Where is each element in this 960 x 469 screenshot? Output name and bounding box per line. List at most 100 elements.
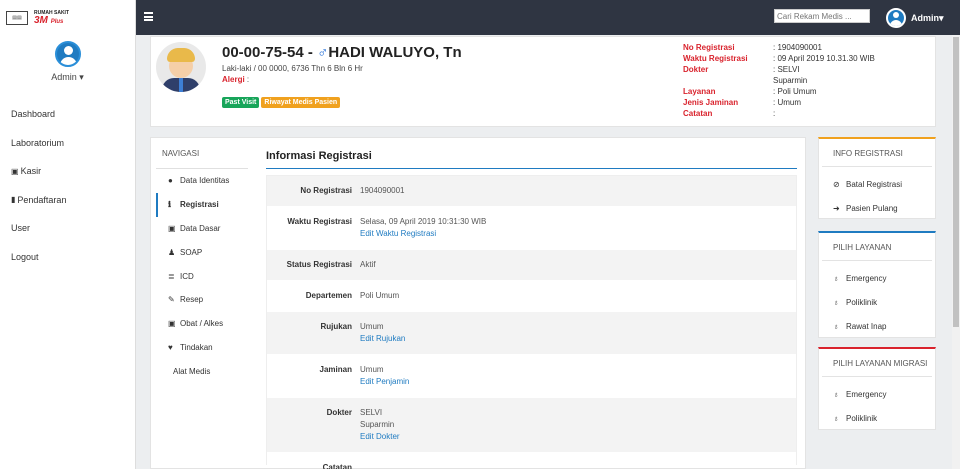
past-visit-button[interactable]: Past Visit: [222, 97, 260, 108]
summary-key: [683, 75, 773, 86]
hospital-emblem-icon: ▤▤: [6, 10, 28, 25]
scrollbar-thumb[interactable]: [953, 37, 959, 327]
sidebar-item-user[interactable]: User: [0, 214, 135, 243]
section-title: Informasi Registrasi: [266, 150, 372, 162]
nav-item-tindakan[interactable]: ♥ Tindakan: [156, 336, 248, 360]
table-row: Dokter SELVI Suparmin Edit Dokter: [267, 398, 796, 453]
layanan-emergency-button[interactable]: ♁ Emergency: [819, 267, 935, 291]
field-value: Suparmin: [360, 420, 395, 429]
search-input[interactable]: [774, 9, 870, 23]
money-icon: ▣: [11, 166, 19, 176]
widget-item-label: Batal Registrasi: [846, 180, 903, 190]
field-value: Umum: [360, 365, 384, 374]
stethoscope-icon: ♁: [833, 321, 839, 331]
brand[interactable]: ▤▤ RUMAH SAKIT 3M Plus: [0, 0, 135, 35]
field-label: Rujukan: [320, 322, 352, 331]
layanan-rawat-inap-button[interactable]: ♁ Rawat Inap: [819, 315, 935, 339]
field-label: Jaminan: [319, 365, 352, 374]
patient-title: 00-00-75-54 - ♂HADI WALUYO, Tn: [222, 44, 462, 61]
nav-item-soap[interactable]: ♟ SOAP: [156, 240, 248, 264]
info-icon: ℹ: [168, 200, 172, 210]
nav-item-alat-medis[interactable]: Alat Medis: [156, 359, 248, 383]
migrasi-emergency-button[interactable]: ♁ Emergency: [819, 383, 935, 407]
summary-value: : Poli Umum: [773, 87, 817, 96]
edit-penjamin-link[interactable]: Edit Penjamin: [360, 376, 409, 388]
medkit-icon: ▣: [168, 223, 176, 233]
edit-waktu-registrasi-link[interactable]: Edit Waktu Registrasi: [360, 228, 486, 240]
batal-registrasi-button[interactable]: ⊘ Batal Registrasi: [819, 173, 935, 197]
stethoscope-icon: ♁: [833, 298, 839, 308]
field-value: Aktif: [360, 260, 376, 269]
top-bar: Admin▾: [136, 0, 960, 35]
nav-item-data-dasar[interactable]: ▣ Data Dasar: [156, 217, 248, 241]
summary-key: Layanan: [683, 87, 716, 96]
patient-subtitle: Laki-laki / 00 0000, 6736 Thn 6 Bln 6 Hr: [222, 64, 363, 73]
pencil-icon: ✎: [168, 295, 175, 305]
widget-item-label: Pasien Pulang: [846, 204, 898, 214]
nav-item-label: Data Dasar: [180, 223, 221, 233]
sidebar-item-label: User: [11, 223, 31, 234]
nav-item-obat-alkes[interactable]: ▣ Obat / Alkes: [156, 312, 248, 336]
sidebar-item-pendaftaran[interactable]: ▮ Pendaftaran: [0, 186, 135, 215]
layanan-poliklinik-button[interactable]: ♁ Poliklinik: [819, 291, 935, 315]
sidebar-item-dashboard[interactable]: Dashboard: [0, 100, 135, 129]
migrasi-poliklinik-button[interactable]: ♁ Poliklinik: [819, 407, 935, 431]
summary-value: : 09 April 2019 10.31.30 WIB: [773, 54, 875, 63]
field-label: Catatan: [322, 463, 352, 469]
table-row: Departemen Poli Umum: [267, 281, 796, 312]
field-label: Departemen: [305, 291, 352, 300]
sidebar-item-logout[interactable]: Logout: [0, 243, 135, 272]
sidebar-item-label: Laboratorium: [11, 137, 65, 148]
summary-key: Jenis Jaminan: [683, 98, 739, 107]
field-label: Status Registrasi: [286, 260, 352, 269]
widget-title: INFO REGISTRASI: [822, 139, 932, 167]
table-row: Status Registrasi Aktif: [267, 250, 796, 281]
nav-item-resep[interactable]: ✎ Resep: [156, 288, 248, 312]
logo-line2: 3M: [34, 15, 48, 26]
summary-value: : 1904090001: [773, 43, 822, 52]
edit-rujukan-link[interactable]: Edit Rujukan: [360, 333, 405, 345]
top-user-menu[interactable]: Admin▾: [911, 13, 944, 24]
top-avatar[interactable]: [886, 8, 906, 28]
nav-item-label: Obat / Alkes: [180, 319, 224, 329]
page-scrollbar[interactable]: [952, 35, 960, 469]
table-row: No Registrasi 1904090001: [267, 176, 796, 207]
sidebar-user: Admin ▾: [0, 35, 135, 90]
nav-item-icd[interactable]: ≣ ICD: [156, 264, 248, 288]
patient-name: HADI WALUYO, Tn: [328, 44, 462, 61]
allergy-value: :: [244, 75, 250, 84]
nav-item-data-identitas[interactable]: ● Data Identitas: [156, 169, 248, 193]
ban-icon: ⊘: [833, 180, 840, 190]
menu-toggle-icon[interactable]: [144, 12, 153, 21]
medical-history-button[interactable]: Riwayat Medis Pasien: [261, 97, 341, 108]
sidebar-user-name[interactable]: Admin ▾: [0, 72, 135, 83]
patient-header: 00-00-75-54 - ♂HADI WALUYO, Tn Laki-laki…: [150, 36, 936, 127]
pilih-layanan-widget: PILIH LAYANAN ♁ Emergency ♁ Poliklinik ♁ Ra…: [818, 231, 936, 338]
summary-key: Catatan: [683, 109, 713, 118]
summary-value: : SELVI: [773, 65, 800, 74]
widget-title: PILIH LAYANAN MIGRASI: [822, 349, 932, 377]
field-value: SELVI: [360, 408, 383, 417]
summary-key: Dokter: [683, 65, 709, 74]
edit-dokter-link[interactable]: Edit Dokter: [360, 431, 400, 443]
sidebar-item-kasir[interactable]: ▣ Kasir: [0, 157, 135, 186]
table-row: Catatan: [267, 453, 796, 469]
section-divider: [266, 168, 797, 169]
sidebar-item-laboratorium[interactable]: Laboratorium: [0, 129, 135, 158]
field-value: Poli Umum: [360, 291, 400, 300]
nav-item-registrasi[interactable]: ℹ Registrasi: [156, 192, 248, 217]
summary-key: No Registrasi: [683, 43, 735, 52]
sidebar-item-label: Logout: [11, 251, 39, 262]
summary-key: Waktu Registrasi: [683, 54, 748, 63]
patient-badges: Past Visit Riwayat Medis Pasien: [222, 97, 341, 108]
users-icon: ♟: [168, 247, 176, 257]
navigation-title: NAVIGASI: [162, 149, 200, 158]
field-label: Waktu Registrasi: [287, 217, 352, 226]
list-icon: ≣: [168, 271, 175, 281]
registration-summary: No Registrasi : 1904090001 Waktu Registra…: [683, 42, 875, 119]
field-value: 1904090001: [360, 186, 405, 195]
stethoscope-icon: ♁: [833, 274, 839, 284]
pasien-pulang-button[interactable]: ➜ Pasien Pulang: [819, 197, 935, 221]
avatar[interactable]: [54, 41, 81, 67]
widget-item-label: Poliklinik: [846, 298, 878, 308]
